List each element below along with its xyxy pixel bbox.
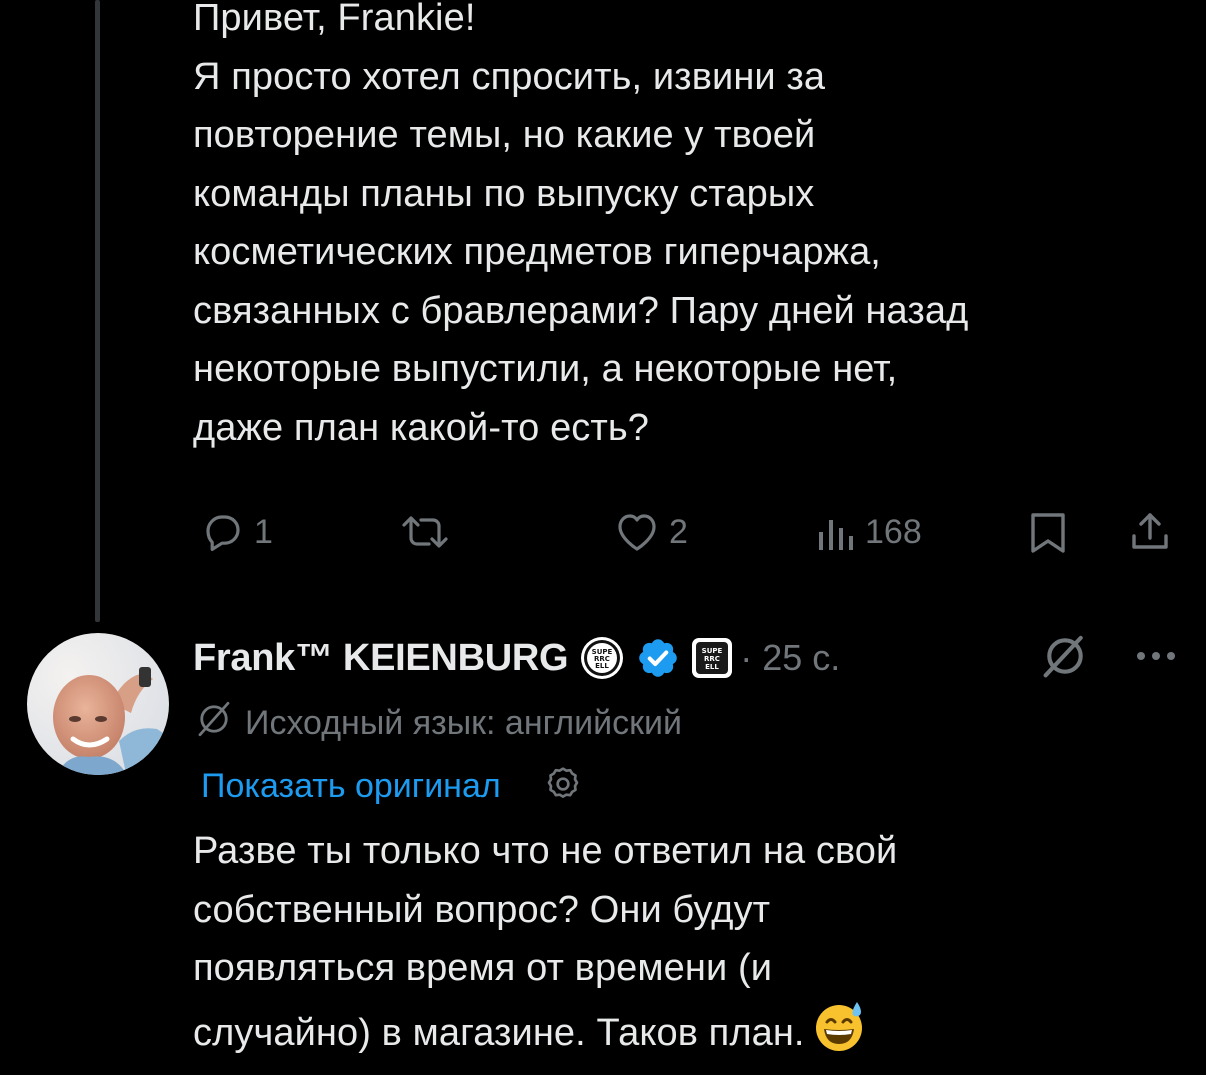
text-line: связанных с бравлерами? Пару дней назад bbox=[193, 289, 969, 332]
avatar[interactable] bbox=[27, 633, 169, 775]
repost-icon bbox=[398, 508, 452, 556]
text-line: Привет, Frankie! bbox=[193, 0, 476, 39]
views-button[interactable]: 168 bbox=[813, 504, 922, 560]
text-line: Разве ты только что не ответил на свой bbox=[193, 830, 898, 872]
verified-badge bbox=[636, 636, 680, 680]
gear-icon[interactable] bbox=[543, 764, 583, 809]
translation-notice-text: Исходный язык: английский bbox=[245, 703, 682, 742]
grok-icon[interactable] bbox=[1036, 627, 1094, 690]
like-button[interactable]: 2 bbox=[613, 504, 688, 560]
show-original-link[interactable]: Показать оригинал bbox=[201, 767, 501, 806]
translate-icon bbox=[193, 698, 235, 749]
svg-text:RRC: RRC bbox=[704, 655, 720, 663]
text-line: повторение темы, но какие у твоей bbox=[193, 114, 816, 156]
text-line: даже план какой-то есть? bbox=[193, 406, 650, 449]
supercell-round-badge: SUPE RRC ELL bbox=[578, 634, 626, 682]
reply-tweet-text: Разве ты только что не ответил на свой с… bbox=[193, 822, 1193, 1071]
supercell-square-badge: SUPE RRC ELL bbox=[690, 636, 734, 680]
views-count: 168 bbox=[865, 512, 922, 551]
reply-icon bbox=[198, 508, 246, 556]
svg-text:ELL: ELL bbox=[705, 663, 719, 671]
text-line: команды планы по выпуску старых bbox=[193, 172, 815, 215]
text-line: некоторые выпустили, а некоторые нет, bbox=[193, 348, 898, 390]
translation-notice: Исходный язык: английский bbox=[193, 698, 682, 748]
text-line: Я просто хотел спросить, извини за bbox=[193, 55, 826, 98]
svg-text:SUPE: SUPE bbox=[702, 647, 723, 655]
text-line: собственный вопрос? Они будут bbox=[193, 888, 771, 931]
text-line: косметических предметов гиперчаржа, bbox=[193, 231, 881, 273]
bookmark-icon bbox=[1025, 508, 1071, 556]
reply-button[interactable]: 1 bbox=[198, 504, 273, 560]
header-controls bbox=[1036, 628, 1178, 688]
text-line: случайно) в магазине. Таков план. bbox=[193, 1011, 805, 1054]
reply-header: Frank™ KEIENBURG SUPE RRC ELL SUPE RRC E… bbox=[193, 628, 1178, 688]
share-icon bbox=[1126, 508, 1174, 556]
tweet-action-bar: 1 2 168 bbox=[193, 504, 1178, 560]
views-icon bbox=[813, 508, 857, 556]
svg-text:ELL: ELL bbox=[595, 662, 609, 670]
tweet-timestamp[interactable]: · 25 с. bbox=[740, 637, 840, 679]
text-line: появляться время от времени (и bbox=[193, 947, 773, 989]
repost-button[interactable] bbox=[398, 504, 452, 560]
author-name[interactable]: Frank™ KEIENBURG bbox=[193, 637, 569, 680]
sweat-smile-emoji bbox=[811, 998, 867, 1072]
more-icon[interactable] bbox=[1134, 646, 1178, 671]
reply-count: 1 bbox=[254, 512, 273, 551]
show-original-row: Показать оригинал bbox=[201, 760, 583, 812]
parent-tweet-text: Привет, Frankie! Я просто хотел спросить… bbox=[193, 0, 1193, 457]
heart-icon bbox=[613, 508, 661, 556]
thread-connector-line bbox=[95, 0, 100, 622]
like-count: 2 bbox=[669, 512, 688, 551]
share-button[interactable] bbox=[1126, 504, 1174, 560]
bookmark-button[interactable] bbox=[1025, 504, 1071, 560]
